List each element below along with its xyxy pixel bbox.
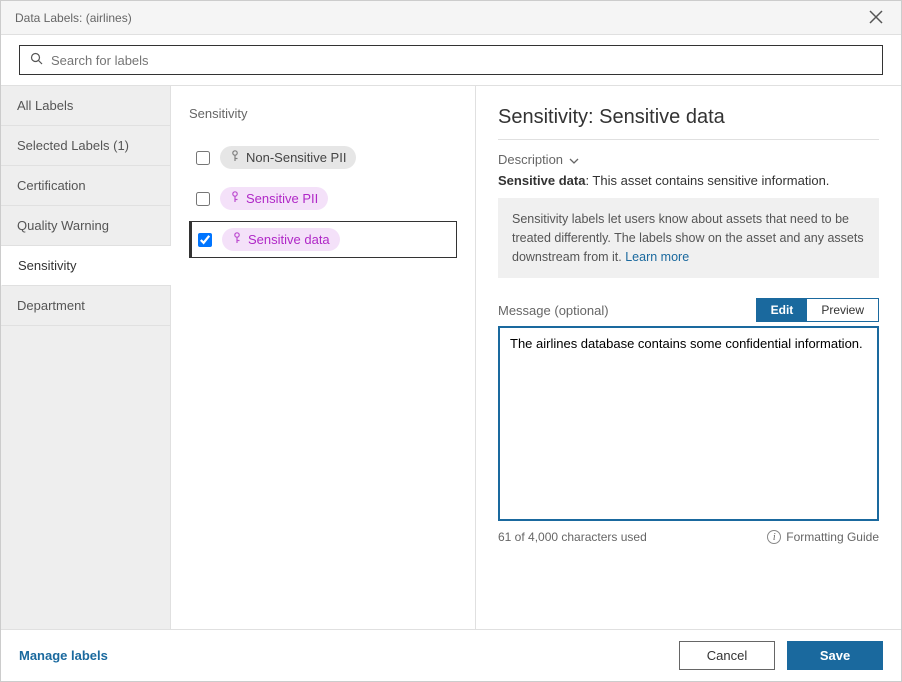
label-row-sensitive-pii[interactable]: Sensitive PII: [189, 180, 457, 217]
label-pill[interactable]: Sensitive data: [222, 228, 340, 251]
description-text: Sensitive data: This asset contains sens…: [498, 173, 879, 188]
description-label: Description: [498, 152, 563, 167]
toggle-edit[interactable]: Edit: [757, 299, 808, 321]
toggle-preview[interactable]: Preview: [807, 299, 878, 321]
key-icon: [232, 232, 242, 247]
learn-more-link[interactable]: Learn more: [625, 250, 689, 264]
dialog-footer: Manage labels Cancel Save: [1, 629, 901, 681]
info-box: Sensitivity labels let users know about …: [498, 198, 879, 278]
label-checkbox[interactable]: [196, 192, 210, 206]
label-list-title: Sensitivity: [189, 106, 457, 121]
char-count: 61 of 4,000 characters used: [498, 530, 647, 544]
main-content: All Labels Selected Labels (1) Certifica…: [1, 85, 901, 629]
dialog-title: Data Labels: (airlines): [15, 11, 132, 25]
label-pill[interactable]: Non-Sensitive PII: [220, 146, 356, 169]
description-name: Sensitive data: [498, 173, 585, 188]
search-icon: [30, 52, 43, 68]
label-text: Non-Sensitive PII: [246, 150, 346, 165]
edit-preview-toggle: Edit Preview: [756, 298, 879, 322]
search-container: [1, 35, 901, 85]
formatting-guide-link[interactable]: i Formatting Guide: [767, 530, 879, 544]
chevron-down-icon: [569, 152, 579, 167]
close-icon[interactable]: [865, 5, 887, 31]
sidebar-item-quality-warning[interactable]: Quality Warning: [1, 206, 170, 246]
label-pill[interactable]: Sensitive PII: [220, 187, 328, 210]
label-checkbox[interactable]: [198, 233, 212, 247]
message-footer: 61 of 4,000 characters used i Formatting…: [498, 530, 879, 544]
cancel-button[interactable]: Cancel: [679, 641, 775, 670]
label-checkbox[interactable]: [196, 151, 210, 165]
sidebar-item-all-labels[interactable]: All Labels: [1, 86, 170, 126]
titlebar: Data Labels: (airlines): [1, 1, 901, 35]
sidebar-item-department[interactable]: Department: [1, 286, 170, 326]
detail-title: Sensitivity: Sensitive data: [498, 106, 879, 140]
search-bar[interactable]: [19, 45, 883, 75]
sidebar-item-selected-labels[interactable]: Selected Labels (1): [1, 126, 170, 166]
message-header: Message (optional) Edit Preview: [498, 298, 879, 322]
key-icon: [230, 150, 240, 165]
key-icon: [230, 191, 240, 206]
label-text: Sensitive PII: [246, 191, 318, 206]
sidebar-item-sensitivity[interactable]: Sensitivity: [1, 246, 171, 286]
info-icon: i: [767, 530, 781, 544]
footer-buttons: Cancel Save: [679, 641, 883, 670]
label-text: Sensitive data: [248, 232, 330, 247]
description-body: : This asset contains sensitive informat…: [585, 173, 829, 188]
sidebar: All Labels Selected Labels (1) Certifica…: [1, 86, 171, 629]
formatting-guide-text: Formatting Guide: [786, 530, 879, 544]
data-labels-dialog: Data Labels: (airlines) All Labels Selec…: [0, 0, 902, 682]
label-row-non-sensitive-pii[interactable]: Non-Sensitive PII: [189, 139, 457, 176]
message-textarea[interactable]: [498, 326, 879, 521]
message-label: Message (optional): [498, 303, 609, 318]
sidebar-item-certification[interactable]: Certification: [1, 166, 170, 206]
save-button[interactable]: Save: [787, 641, 883, 670]
label-row-sensitive-data[interactable]: Sensitive data: [189, 221, 457, 258]
description-toggle[interactable]: Description: [498, 152, 879, 167]
label-list-panel: Sensitivity Non-Sensitive PII Sensitive …: [171, 86, 476, 629]
search-input[interactable]: [51, 53, 872, 68]
manage-labels-link[interactable]: Manage labels: [19, 648, 108, 663]
detail-panel: Sensitivity: Sensitive data Description …: [476, 86, 901, 629]
